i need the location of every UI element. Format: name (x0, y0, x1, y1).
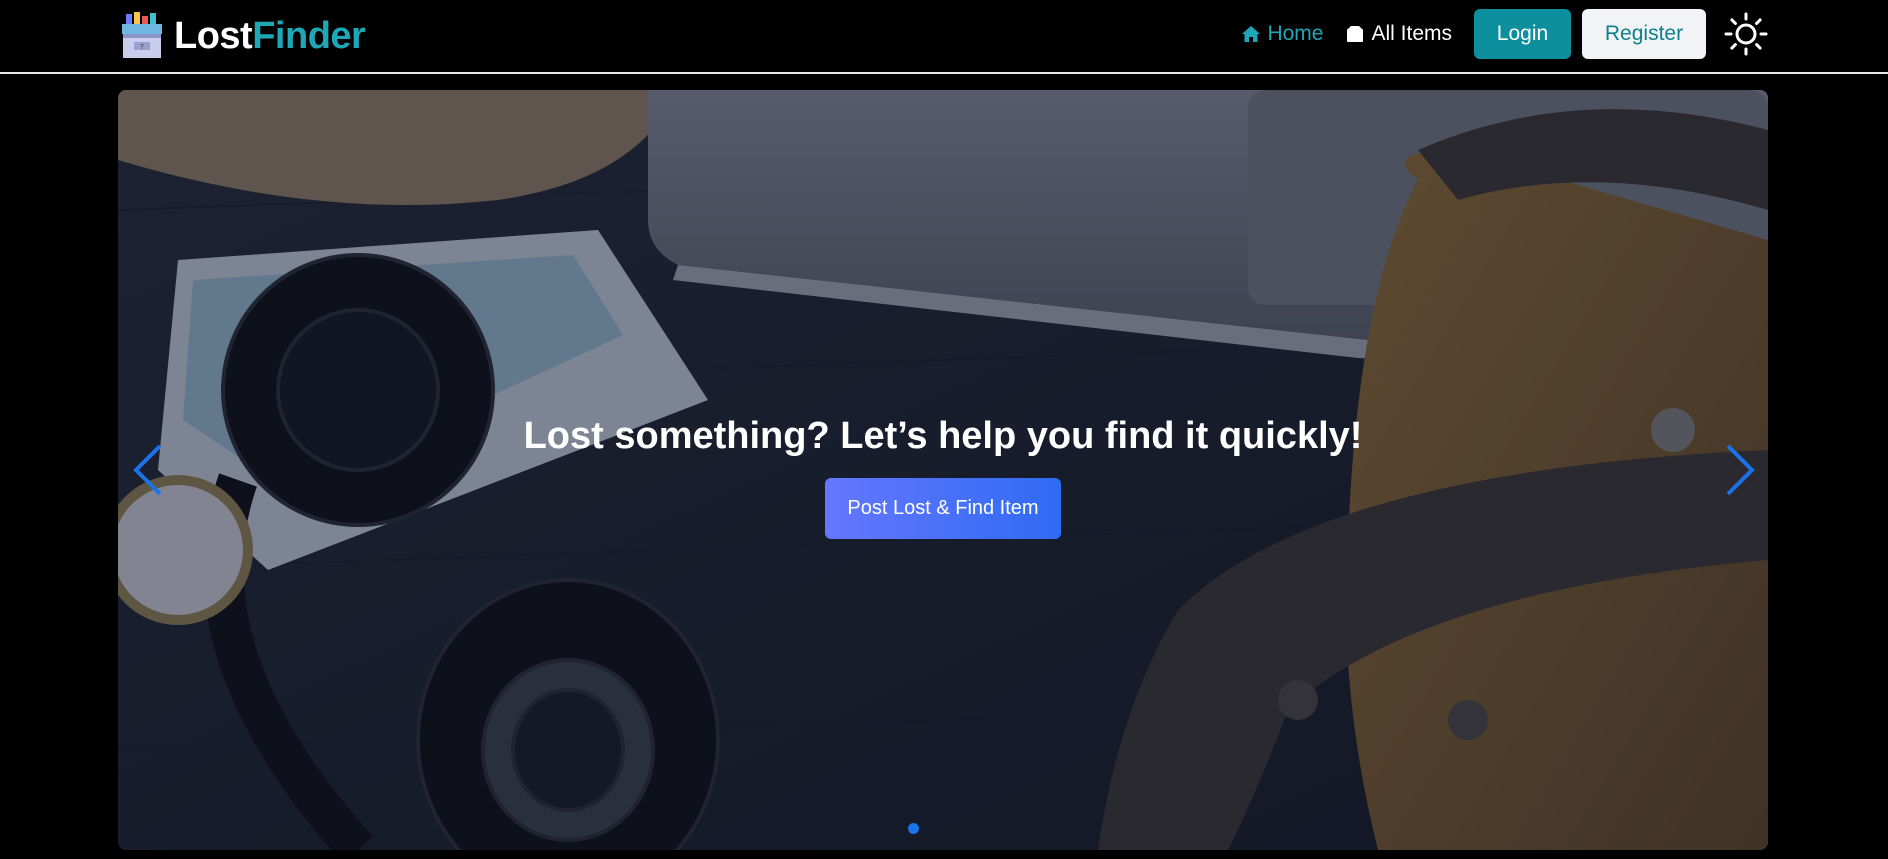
carousel-indicator-1[interactable] (908, 823, 919, 834)
brand-lost: Lost (174, 14, 253, 57)
svg-text:?: ? (140, 43, 144, 51)
hero-overlay (118, 90, 1768, 850)
lost-and-found-box-icon: ? (122, 12, 162, 58)
chevron-right-icon[interactable] (1718, 440, 1758, 500)
brand-finder: Finder (252, 14, 366, 57)
nav-menu: Home All Items Login Register (1241, 9, 1768, 59)
nav-home-label: Home (1267, 22, 1324, 45)
nav-all-items-link[interactable]: All Items (1345, 22, 1452, 46)
home-icon (1242, 26, 1261, 42)
post-lost-item-button[interactable]: Post Lost & Find Item (825, 478, 1061, 539)
nav-all-items-label: All Items (1371, 22, 1452, 45)
brand-logo-link[interactable]: ? LostFinder (120, 8, 366, 64)
hero-carousel: Lost something? Let’s help you find it q… (118, 90, 1768, 850)
brand-name: LostFinder (174, 14, 366, 58)
chevron-left-icon[interactable] (130, 440, 170, 500)
box-icon (1347, 26, 1364, 42)
hero-heading: Lost something? Let’s help you find it q… (523, 415, 1363, 457)
register-button[interactable]: Register (1582, 9, 1706, 59)
nav-home-link[interactable]: Home (1241, 22, 1323, 46)
login-button[interactable]: Login (1474, 9, 1571, 59)
navbar: ? LostFinder Home All Items Login Regist… (0, 0, 1888, 74)
sun-icon[interactable] (1724, 12, 1768, 56)
